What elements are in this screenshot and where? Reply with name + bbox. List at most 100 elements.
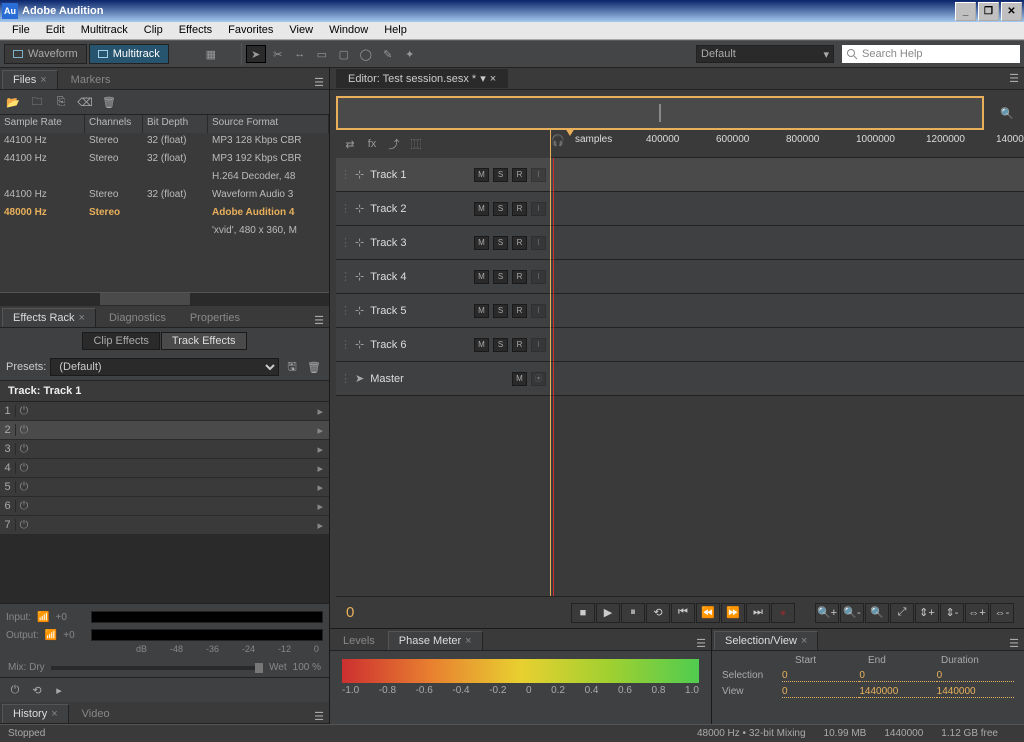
fx-slot-1[interactable]: 1⏻▸ <box>0 402 329 421</box>
zoom-in-v-icon[interactable]: ⇕+ <box>915 603 939 623</box>
record-arm-button[interactable]: R <box>512 304 527 318</box>
track-lane-2[interactable] <box>551 226 1024 260</box>
fx-slot-7[interactable]: 7⏻▸ <box>0 516 329 535</box>
track-header-1[interactable]: ⋮⊹Track 2MSRI <box>336 192 550 226</box>
mute-button[interactable]: M <box>474 202 489 216</box>
power-icon[interactable]: ⏻ <box>16 500 32 513</box>
fx-panel-menu[interactable]: ☰ <box>309 314 329 327</box>
tab-properties[interactable]: Properties <box>179 308 251 327</box>
tab-diagnostics[interactable]: Diagnostics <box>98 308 177 327</box>
trash-icon[interactable]: 🗑 <box>100 94 118 110</box>
zoom-out-h-icon[interactable]: ⇔- <box>990 603 1014 623</box>
zoom-in-icon[interactable]: 🔍+ <box>815 603 839 623</box>
playhead-line[interactable] <box>553 158 554 596</box>
tab-files[interactable]: Files× <box>2 70 58 89</box>
solo-button[interactable]: S <box>493 338 508 352</box>
fx-prelisten-icon[interactable]: ⟲ <box>28 682 46 698</box>
selection-duration[interactable]: 0 <box>937 670 1014 682</box>
fx-slot-2[interactable]: 2⏻▸ <box>0 421 329 440</box>
selview-panel-menu[interactable]: ☰ <box>1004 637 1024 650</box>
record-arm-button[interactable]: R <box>512 202 527 216</box>
fx-slot-6[interactable]: 6⏻▸ <box>0 497 329 516</box>
track-header-0[interactable]: ⋮⊹Track 1MSRI <box>336 158 550 192</box>
files-panel-menu[interactable]: ☰ <box>309 76 329 89</box>
track-lane-6[interactable] <box>551 362 1024 396</box>
workspace-dropdown[interactable]: Default▾ <box>696 45 834 63</box>
solo-button[interactable]: S <box>493 236 508 250</box>
files-h-scrollbar[interactable] <box>0 292 329 306</box>
open-file-icon[interactable]: 📂 <box>4 94 22 110</box>
solo-button[interactable]: S <box>493 168 508 182</box>
solo-button[interactable]: S <box>493 270 508 284</box>
record-arm-button[interactable]: R <box>512 236 527 250</box>
file-row[interactable]: 'xvid', 480 x 360, M <box>0 223 329 241</box>
col-bit-depth[interactable]: Bit Depth <box>143 115 208 133</box>
time-select-tool-icon[interactable]: ▭ <box>312 45 332 63</box>
tool-spot-healing[interactable]: ▦ <box>201 45 221 63</box>
track-lane-5[interactable] <box>551 328 1024 362</box>
razor-tool-icon[interactable]: ✂ <box>268 45 288 63</box>
power-icon[interactable]: ⏻ <box>16 519 32 532</box>
record-button[interactable]: ● <box>771 603 795 623</box>
brush-tool-icon[interactable]: ✎ <box>378 45 398 63</box>
move-tool-icon[interactable]: ➤ <box>246 45 266 63</box>
power-icon[interactable]: ⏻ <box>16 405 32 418</box>
input-monitor-button[interactable]: I <box>531 270 546 284</box>
fx-slot-5[interactable]: 5⏻▸ <box>0 478 329 497</box>
file-row[interactable]: 44100 HzStereo32 (float)MP3 192 Kbps CBR <box>0 151 329 169</box>
fx-slot-3[interactable]: 3⏻▸ <box>0 440 329 459</box>
time-ruler[interactable]: 🎧 samples 400000600000800000100000012000… <box>551 130 1024 158</box>
menu-view[interactable]: View <box>281 22 321 39</box>
maximize-button[interactable]: ❐ <box>978 2 999 21</box>
record-arm-button[interactable]: R <box>512 168 527 182</box>
zoom-selection-icon[interactable]: ⤢ <box>890 603 914 623</box>
tab-phase-meter[interactable]: Phase Meter× <box>388 631 483 650</box>
editor-tab[interactable]: Editor: Test session.sesx * ▾× <box>336 69 508 88</box>
preset-dropdown[interactable]: (Default) <box>50 358 279 376</box>
track-lane-3[interactable] <box>551 260 1024 294</box>
track-header-4[interactable]: ⋮⊹Track 5MSRI <box>336 294 550 328</box>
loop-button[interactable]: ⟲ <box>646 603 670 623</box>
file-row[interactable]: 48000 HzStereoAdobe Audition 4 <box>0 205 329 223</box>
input-gain[interactable]: +0 <box>55 612 66 623</box>
track-header-2[interactable]: ⋮⊹Track 3MSRI <box>336 226 550 260</box>
fx-apply-icon[interactable]: ▸ <box>50 682 68 698</box>
record-arm-button[interactable]: R <box>512 270 527 284</box>
tab-selection-view[interactable]: Selection/View× <box>714 631 818 650</box>
tab-history[interactable]: History× <box>2 704 69 723</box>
selection-start[interactable]: 0 <box>782 670 859 682</box>
delete-preset-icon[interactable]: 🗑 <box>305 359 323 375</box>
mix-percent[interactable]: 100 % <box>293 662 321 673</box>
solo-button[interactable]: S <box>493 202 508 216</box>
menu-multitrack[interactable]: Multitrack <box>73 22 136 39</box>
menu-effects[interactable]: Effects <box>171 22 220 39</box>
track-header-6[interactable]: ⋮➤MasterM⦿ <box>336 362 550 396</box>
multitrack-mode-button[interactable]: Multitrack <box>89 44 169 64</box>
mute-button[interactable]: M <box>474 270 489 284</box>
col-sample-rate[interactable]: Sample Rate <box>0 115 85 133</box>
track-lane-1[interactable] <box>551 192 1024 226</box>
history-panel-menu[interactable]: ☰ <box>309 710 329 723</box>
save-preset-icon[interactable]: 🖫 <box>283 359 301 375</box>
minimize-button[interactable]: _ <box>955 2 976 21</box>
zoom-navigator-icon[interactable]: 🔍 <box>998 105 1016 121</box>
forward-button[interactable]: ⏩ <box>721 603 745 623</box>
playhead-marker-icon[interactable] <box>565 130 575 136</box>
menu-clip[interactable]: Clip <box>136 22 171 39</box>
editor-panel-menu[interactable]: ☰ <box>1004 72 1024 85</box>
power-icon[interactable]: ⏻ <box>16 481 32 494</box>
view-duration[interactable]: 1440000 <box>937 686 1014 698</box>
time-position[interactable]: 0 <box>346 604 566 621</box>
view-end[interactable]: 1440000 <box>859 686 936 698</box>
solo-button[interactable]: S <box>493 304 508 318</box>
insert-to-multitrack-icon[interactable]: ⎘ <box>52 94 70 110</box>
track-header-5[interactable]: ⋮⊹Track 6MSRI <box>336 328 550 362</box>
phase-panel-menu[interactable]: ☰ <box>691 637 711 650</box>
mix-slider[interactable] <box>51 666 263 670</box>
import-file-icon[interactable]: 🗀 <box>28 94 46 110</box>
track-eq-icon[interactable]: ⿲ <box>406 135 426 153</box>
solo-button[interactable]: ⦿ <box>531 372 546 386</box>
power-icon[interactable]: ⏻ <box>16 424 32 437</box>
menu-file[interactable]: File <box>4 22 38 39</box>
clip-effects-tab[interactable]: Clip Effects <box>82 332 159 350</box>
